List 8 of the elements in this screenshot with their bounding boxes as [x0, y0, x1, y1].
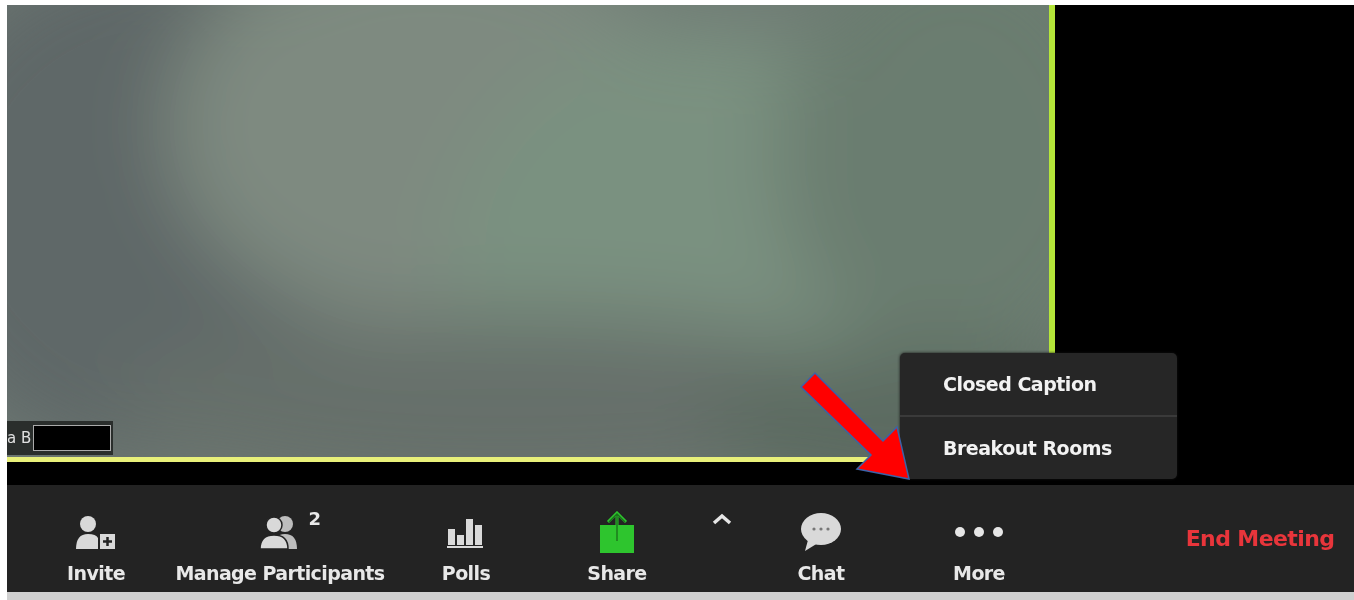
more-icon: [953, 526, 1005, 538]
participant-count: 2: [308, 508, 321, 529]
participant-name: a B: [7, 429, 32, 447]
share-screen-icon: [597, 511, 637, 553]
speech-bubble-icon: [800, 512, 842, 552]
menu-item[interactable]: Closed Caption: [900, 353, 1177, 415]
caret-icon: [711, 511, 733, 526]
add-person-icon: [76, 515, 116, 549]
